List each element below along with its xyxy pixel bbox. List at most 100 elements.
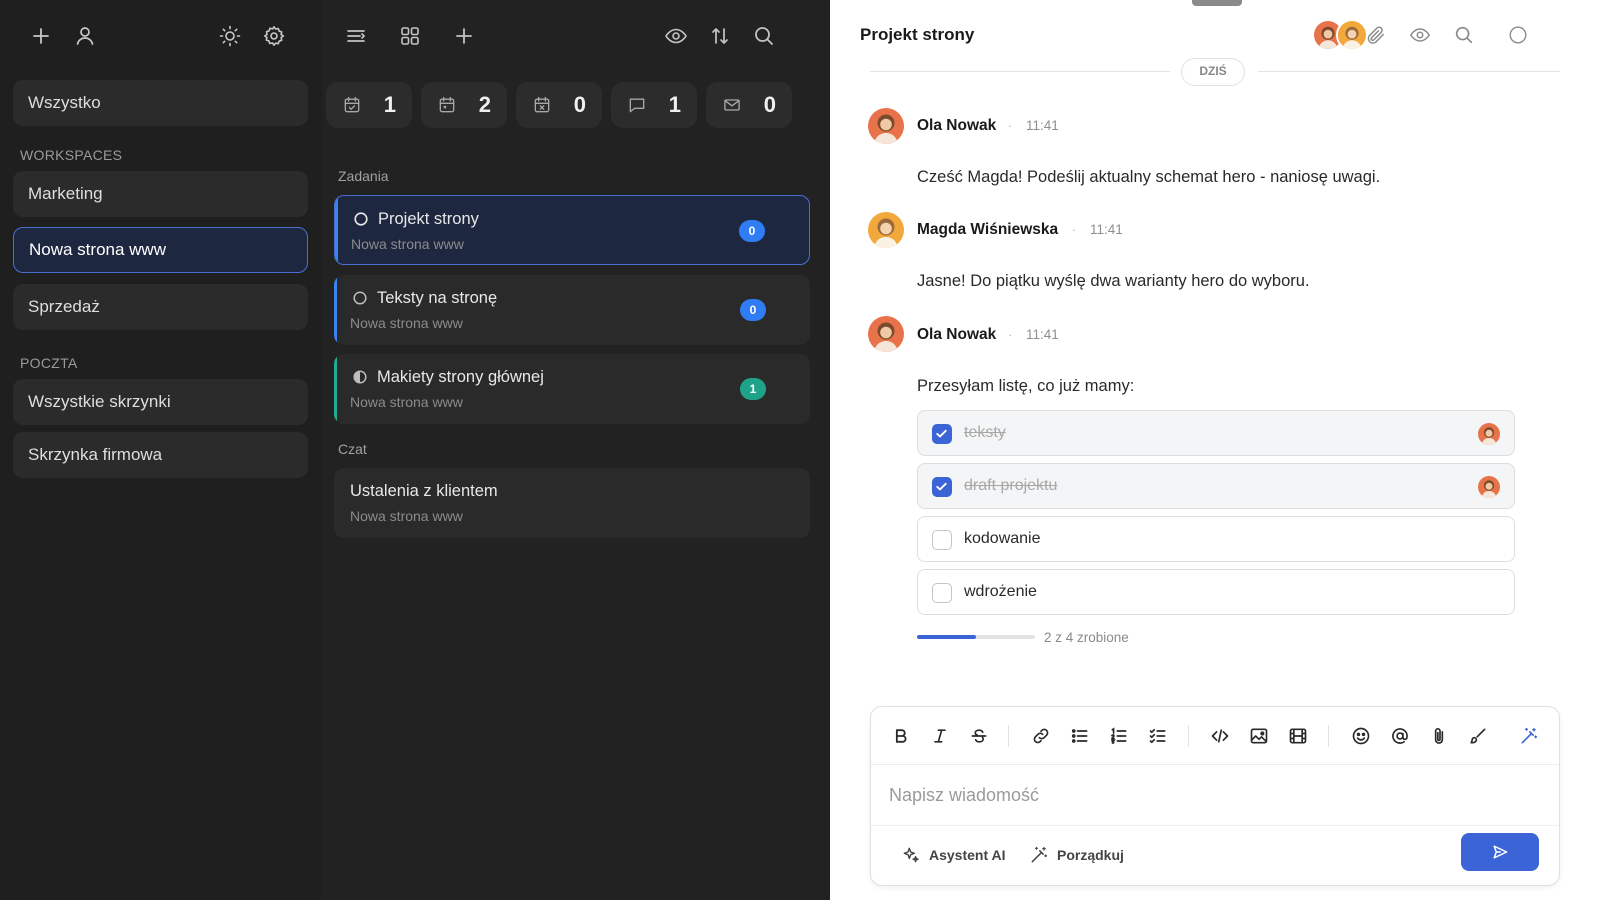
task-accent-bar bbox=[334, 354, 337, 424]
sidebar-item-label: Marketing bbox=[28, 184, 103, 203]
status-half-icon bbox=[353, 370, 367, 384]
conversation-title: Projekt strony bbox=[860, 25, 975, 44]
strikethrough-icon[interactable] bbox=[967, 724, 991, 748]
sidebar: Wszystko WORKSPACES Marketing Nowa stron… bbox=[0, 0, 322, 900]
meta-separator: · bbox=[1072, 222, 1077, 237]
plus-icon[interactable] bbox=[29, 24, 53, 48]
tidy-button[interactable]: Porządkuj bbox=[1029, 845, 1124, 865]
message-input[interactable] bbox=[889, 785, 1529, 806]
checklist-label: kodowanie bbox=[964, 530, 1041, 547]
task-list-panel: 1 2 0 1 0 Zadania Projekt strony Nowa st… bbox=[322, 0, 830, 900]
status-circle-icon[interactable] bbox=[1507, 24, 1529, 46]
sidebar-item-label: Wszystko bbox=[28, 93, 101, 112]
message-text: Cześć Magda! Podeślij aktualny schemat h… bbox=[917, 168, 1381, 186]
checkbox[interactable] bbox=[932, 583, 952, 603]
paperclip-icon[interactable] bbox=[1427, 724, 1451, 748]
chat-item[interactable]: Ustalenia z klientem Nowa strona www bbox=[334, 468, 810, 538]
task-item[interactable]: Projekt strony Nowa strona www 0 bbox=[334, 195, 810, 265]
user-icon[interactable] bbox=[73, 24, 97, 48]
link-icon[interactable] bbox=[1029, 724, 1053, 748]
send-icon bbox=[1490, 842, 1510, 862]
message-text: Jasne! Do piątku wyślę dwa warianty hero… bbox=[917, 272, 1310, 290]
brush-icon[interactable] bbox=[1466, 724, 1490, 748]
chat-title: Ustalenia z klientem bbox=[350, 482, 498, 500]
italic-icon[interactable] bbox=[928, 724, 952, 748]
checkbox[interactable] bbox=[932, 477, 952, 497]
task-title: Teksty na stronę bbox=[377, 289, 498, 307]
send-button[interactable] bbox=[1461, 833, 1539, 871]
task-subtitle: Nowa strona www bbox=[351, 236, 464, 252]
counter-calendar[interactable]: 2 bbox=[421, 82, 507, 128]
avatar bbox=[1478, 476, 1500, 498]
image-icon[interactable] bbox=[1247, 724, 1271, 748]
eye-icon[interactable] bbox=[664, 24, 688, 48]
checklist-item[interactable]: kodowanie bbox=[917, 516, 1515, 562]
drag-handle[interactable] bbox=[1192, 0, 1242, 6]
unread-badge: 1 bbox=[740, 378, 766, 400]
counter-calendar-check[interactable]: 1 bbox=[326, 82, 412, 128]
sidebar-item-label: Sprzedaż bbox=[28, 297, 100, 316]
sidebar-item-all-mailboxes[interactable]: Wszystkie skrzynki bbox=[13, 379, 308, 425]
calendar-check-icon bbox=[342, 95, 362, 115]
plus-icon[interactable] bbox=[452, 24, 476, 48]
avatar[interactable] bbox=[868, 212, 904, 248]
checklist-label: draft projektu bbox=[964, 477, 1058, 494]
sidebar-item-nowa-strona[interactable]: Nowa strona www bbox=[13, 227, 308, 273]
sidebar-item-sprzedaz[interactable]: Sprzedaż bbox=[13, 284, 308, 330]
counter-chat[interactable]: 1 bbox=[611, 82, 697, 128]
checklist-progress-fill bbox=[917, 635, 976, 639]
filter-lines-icon[interactable] bbox=[344, 24, 368, 48]
mention-icon[interactable] bbox=[1388, 724, 1412, 748]
grid-icon[interactable] bbox=[398, 24, 422, 48]
task-item[interactable]: Makiety strony głównej Nowa strona www 1 bbox=[334, 354, 810, 424]
task-subtitle: Nowa strona www bbox=[350, 394, 463, 410]
avatar[interactable] bbox=[868, 108, 904, 144]
checkbox[interactable] bbox=[932, 424, 952, 444]
message-author: Magda Wiśniewska bbox=[917, 221, 1059, 238]
magic-wand-icon[interactable] bbox=[1517, 724, 1541, 748]
sidebar-item-marketing[interactable]: Marketing bbox=[13, 171, 308, 217]
ai-assistant-button[interactable]: Asystent AI bbox=[901, 845, 1006, 865]
checkbox[interactable] bbox=[932, 530, 952, 550]
toolbar-separator bbox=[1328, 725, 1329, 747]
task-item[interactable]: Teksty na stronę Nowa strona www 0 bbox=[334, 275, 810, 345]
counter-value: 1 bbox=[668, 92, 681, 117]
date-divider-line bbox=[1258, 71, 1560, 72]
sidebar-item-all[interactable]: Wszystko bbox=[13, 80, 308, 126]
checklist-item[interactable]: teksty bbox=[917, 410, 1515, 456]
counter-mail[interactable]: 0 bbox=[706, 82, 792, 128]
video-icon[interactable] bbox=[1286, 724, 1310, 748]
emoji-icon[interactable] bbox=[1349, 724, 1373, 748]
eye-icon[interactable] bbox=[1409, 24, 1431, 46]
meta-separator: · bbox=[1008, 327, 1013, 342]
counter-calendar-x[interactable]: 0 bbox=[516, 82, 602, 128]
gear-icon[interactable] bbox=[262, 24, 286, 48]
bullet-list-icon[interactable] bbox=[1068, 724, 1092, 748]
task-accent-bar bbox=[334, 275, 337, 345]
tasks-section-header: Zadania bbox=[338, 168, 389, 184]
sort-arrows-icon[interactable] bbox=[708, 24, 732, 48]
tidy-label: Porządkuj bbox=[1057, 847, 1124, 863]
counter-value: 1 bbox=[383, 92, 396, 117]
task-accent-bar bbox=[335, 196, 338, 264]
calendar-x-icon bbox=[532, 95, 552, 115]
bold-icon[interactable] bbox=[889, 724, 913, 748]
checklist-icon[interactable] bbox=[1146, 724, 1170, 748]
mail-icon bbox=[722, 95, 742, 115]
sun-icon[interactable] bbox=[218, 24, 242, 48]
sidebar-item-company-mailbox[interactable]: Skrzynka firmowa bbox=[13, 432, 308, 478]
code-icon[interactable] bbox=[1208, 724, 1232, 748]
task-title: Makiety strony głównej bbox=[377, 368, 544, 386]
search-icon[interactable] bbox=[752, 24, 776, 48]
checklist-progress-bar bbox=[917, 635, 1035, 639]
sidebar-item-label: Skrzynka firmowa bbox=[28, 445, 163, 464]
conversation-panel: Projekt strony DZIŚ Ola Nowak · 11:41 Cz… bbox=[830, 0, 1600, 900]
numbered-list-icon[interactable] bbox=[1107, 724, 1131, 748]
avatar[interactable] bbox=[1336, 19, 1368, 51]
paperclip-icon[interactable] bbox=[1365, 24, 1387, 46]
search-icon[interactable] bbox=[1453, 24, 1475, 46]
sidebar-toolbar bbox=[0, 0, 322, 72]
avatar[interactable] bbox=[868, 316, 904, 352]
checklist-item[interactable]: draft projektu bbox=[917, 463, 1515, 509]
checklist-item[interactable]: wdrożenie bbox=[917, 569, 1515, 615]
